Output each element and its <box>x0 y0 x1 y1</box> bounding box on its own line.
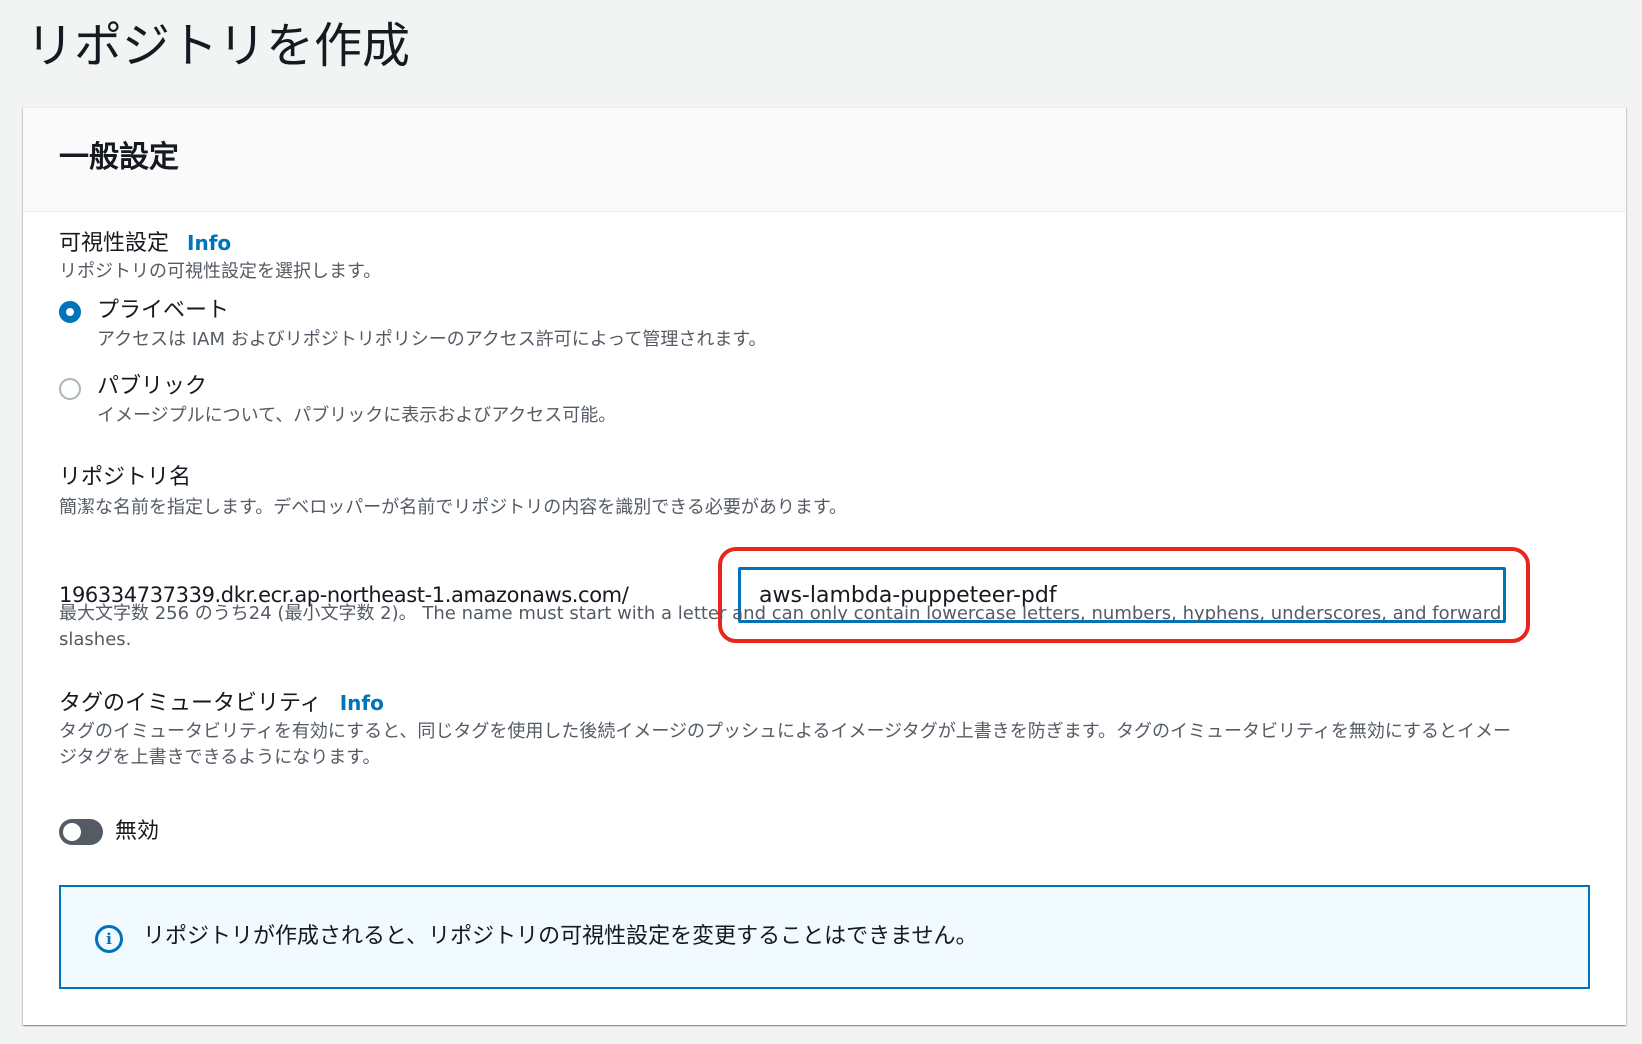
tag-immutability-description: タグのイミュータビリティを有効にすると、同じタグを使用した後続イメージのプッシュ… <box>59 721 1512 768</box>
alert-text: リポジトリが作成されると、リポジトリの可視性設定を変更することはできません。 <box>143 924 978 949</box>
visibility-info-link[interactable]: Info <box>187 231 231 255</box>
private-option-label[interactable]: プライベート <box>97 296 229 326</box>
private-radio[interactable] <box>59 301 81 323</box>
repo-name-description: 簡潔な名前を指定します。デベロッパーが名前でリポジトリの内容を識別できる必要があ… <box>59 497 848 518</box>
public-option-label[interactable]: パブリック <box>97 372 207 402</box>
visibility-description: リポジトリの可視性設定を選択します。 <box>59 261 382 282</box>
repo-name-hint-text: 最大文字数 256 のうち24 (最小文字数 2)。 The name must… <box>59 603 1502 650</box>
visibility-alert: i リポジトリが作成されると、リポジトリの可視性設定を変更することはできません。 <box>59 885 1590 989</box>
toggle-knob <box>63 823 81 841</box>
info-icon: i <box>95 925 123 953</box>
public-option-description: イメージプルについて、パブリックに表示およびアクセス可能。 <box>97 405 617 426</box>
toggle-state-label: 無効 <box>115 819 160 844</box>
private-option-description: アクセスは IAM およびリポジトリポリシーのアクセス許可によって管理されます。 <box>97 329 767 350</box>
visibility-label-row: 可視性設定 Info <box>59 228 231 259</box>
panel-header: 一般設定 <box>23 108 1626 212</box>
tag-immutability-info-link[interactable]: Info <box>340 691 384 715</box>
tag-immutability-label: タグのイミュータビリティ <box>59 691 322 716</box>
tag-immutability-label-row: タグのイミュータビリティ Info <box>59 688 384 719</box>
public-radio[interactable] <box>59 378 81 400</box>
tag-immutability-toggle[interactable] <box>59 819 103 845</box>
repo-name-label: リポジトリ名 <box>59 465 192 490</box>
visibility-label: 可視性設定 <box>59 231 170 256</box>
page-title: リポジトリを作成 <box>26 18 411 74</box>
panel-title: 一般設定 <box>59 140 179 175</box>
general-settings-panel: 一般設定 可視性設定 Info リポジトリの可視性設定を選択します。 プライベート… <box>23 107 1626 1025</box>
